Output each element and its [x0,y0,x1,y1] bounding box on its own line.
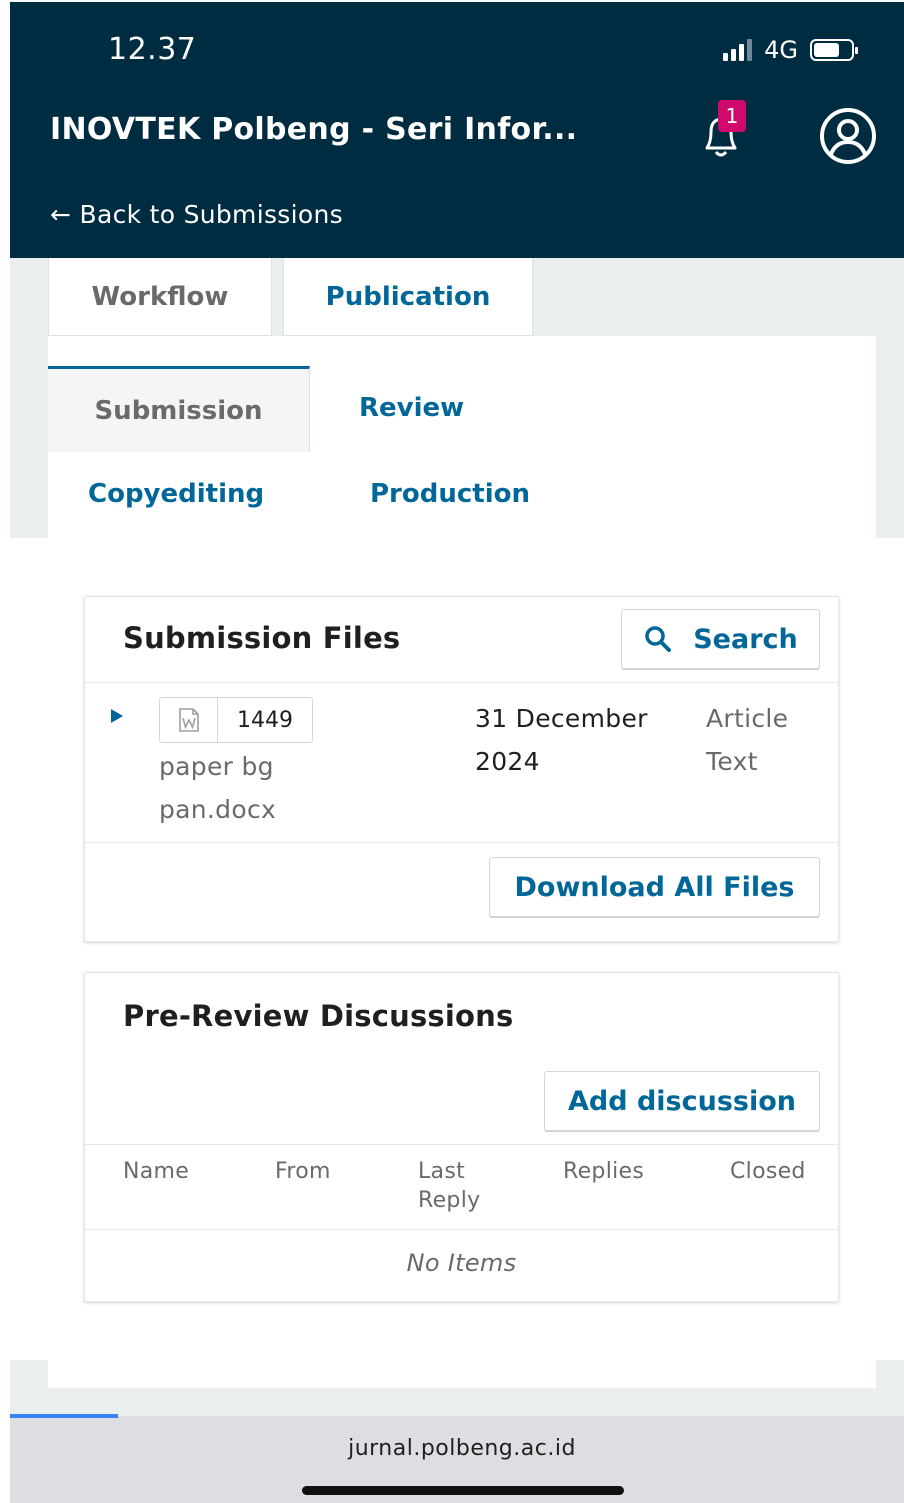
network-type: 4G [764,36,798,64]
notification-badge: 1 [718,100,746,132]
column-header-name: Name [123,1159,190,1184]
search-icon [645,626,672,652]
empty-state: No Items [406,1249,517,1277]
divider [85,1144,838,1145]
tab-copyediting[interactable]: Copyediting [88,479,264,509]
content-footer [48,1360,876,1388]
tab-workflow[interactable]: Workflow [48,258,272,336]
user-icon[interactable] [818,106,878,166]
app-header: 12.37 4G INOVTEK Polbeng - Seri Infor...… [10,2,904,258]
divider [85,1229,838,1230]
file-id: 1449 [237,707,293,733]
column-header-last-reply: Last Reply [418,1159,481,1213]
file-type: Article Text [706,704,789,776]
expand-row-icon[interactable] [111,709,123,723]
search-label: Search [693,623,798,655]
battery-icon [810,39,858,61]
word-file-icon [178,708,199,732]
url-text[interactable]: jurnal.polbeng.ac.id [0,1436,904,1461]
column-header-closed: Closed [730,1159,806,1184]
page-title: INOVTEK Polbeng - Seri Infor... [50,112,578,147]
tab-submission[interactable]: Submission [48,366,310,452]
home-indicator[interactable] [302,1486,624,1495]
add-discussion-button[interactable]: Add discussion [544,1071,820,1131]
pre-review-discussions-panel: Pre-Review Discussions Add discussion Na… [84,972,839,1302]
discussions-title: Pre-Review Discussions [123,999,514,1033]
column-header-from: From [275,1159,331,1184]
signal-icon [723,39,753,61]
tab-production[interactable]: Production [370,479,530,509]
file-date: 31 December 2024 [475,704,648,776]
column-header-replies: Replies [563,1159,645,1184]
download-all-files-button[interactable]: Download All Files [489,857,820,917]
search-button[interactable]: Search [621,609,820,669]
file-name: paper bg pan.docx [159,752,277,824]
status-time: 12.37 [108,32,197,67]
tab-review[interactable]: Review [359,393,464,423]
loading-progress-bar [10,1414,118,1418]
divider [85,682,838,683]
file-link[interactable]: 1449 [159,697,313,743]
divider [85,842,838,843]
tab-publication[interactable]: Publication [283,258,533,336]
submission-files-panel: Submission Files Search 1449 paper bg pa… [84,596,839,942]
status-indicators: 4G [723,36,858,64]
back-to-submissions-link[interactable]: ← Back to Submissions [50,200,343,229]
submission-files-title: Submission Files [123,621,401,655]
